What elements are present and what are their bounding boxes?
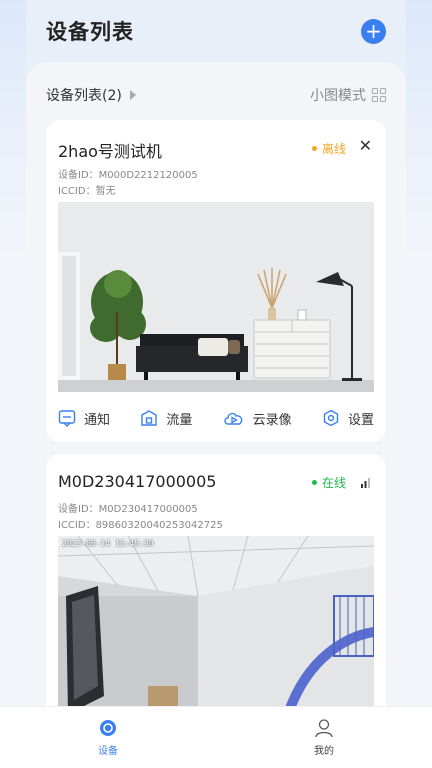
list-toolbar: 设备列表(2) 小图模式: [46, 84, 386, 106]
status-text: 在线: [321, 476, 346, 490]
settings-icon: [323, 409, 339, 427]
signal-strength-icon: [361, 478, 370, 488]
tab-mine[interactable]: 我的: [264, 718, 384, 757]
status-badge: 在线: [311, 474, 346, 491]
device-iccid: ICCID：89860320040253042725: [58, 520, 223, 531]
action-label: 设置: [347, 412, 374, 428]
action-settings[interactable]: 设置: [322, 409, 374, 428]
header: 设备列表 +: [46, 14, 386, 48]
data-usage-icon: [141, 410, 158, 426]
page-title: 设备列表: [46, 20, 134, 44]
device-card[interactable]: M0D230417000005 在线 设备ID：M0D230417000005 …: [46, 454, 386, 714]
tab-devices[interactable]: 设备: [48, 718, 168, 757]
grid-view-icon: [372, 88, 386, 102]
device-id: 设备ID：M000D2212120005: [58, 170, 198, 181]
living-room-scene-image: [58, 202, 374, 392]
action-cloud-video[interactable]: 云录像: [223, 409, 292, 428]
action-notification[interactable]: 通知: [58, 409, 110, 428]
add-device-button[interactable]: +: [361, 18, 386, 44]
action-label: 流量: [166, 412, 193, 428]
device-name: 2hao号测试机: [58, 142, 162, 161]
bottom-tab-bar: 设备 我的: [0, 706, 432, 768]
notification-icon: [58, 410, 76, 427]
device-id: 设备ID：M0D230417000005: [58, 504, 198, 515]
device-actions: 通知 流量 云录像 设置: [58, 406, 374, 430]
small-view-mode-toggle[interactable]: 小图模式: [310, 85, 386, 105]
device-card[interactable]: 2hao号测试机 离线 ✕ 设备ID：M000D2212120005 ICCID…: [46, 120, 386, 442]
status-badge: 离线: [311, 140, 346, 157]
action-label: 云录像: [252, 412, 292, 428]
action-label: 通知: [84, 412, 111, 428]
device-list-count[interactable]: 设备列表(2): [46, 85, 136, 105]
view-mode-label: 小图模式: [310, 88, 366, 104]
cloud-video-icon: [223, 412, 242, 425]
device-list-count-label: 设备列表(2): [46, 88, 122, 104]
offline-dot-icon: [311, 146, 317, 151]
tab-label: 设备: [98, 746, 118, 757]
snapshot-timestamp: 2023-06-14 15:45:30: [62, 539, 154, 548]
camera-snapshot[interactable]: 2023-06-14 15:45:30: [58, 536, 374, 714]
tab-label: 我的: [314, 746, 334, 757]
device-tab-icon: [100, 720, 116, 736]
device-name: M0D230417000005: [58, 472, 217, 491]
device-iccid: ICCID：暂无: [58, 186, 116, 197]
office-scene-image: [58, 536, 374, 714]
expand-arrow-icon: [129, 90, 136, 100]
action-data-usage[interactable]: 流量: [140, 409, 192, 428]
camera-snapshot[interactable]: [58, 202, 374, 392]
status-text: 离线: [321, 142, 346, 156]
close-icon[interactable]: ✕: [359, 136, 372, 155]
online-dot-icon: [311, 480, 317, 485]
user-icon: [315, 719, 333, 738]
